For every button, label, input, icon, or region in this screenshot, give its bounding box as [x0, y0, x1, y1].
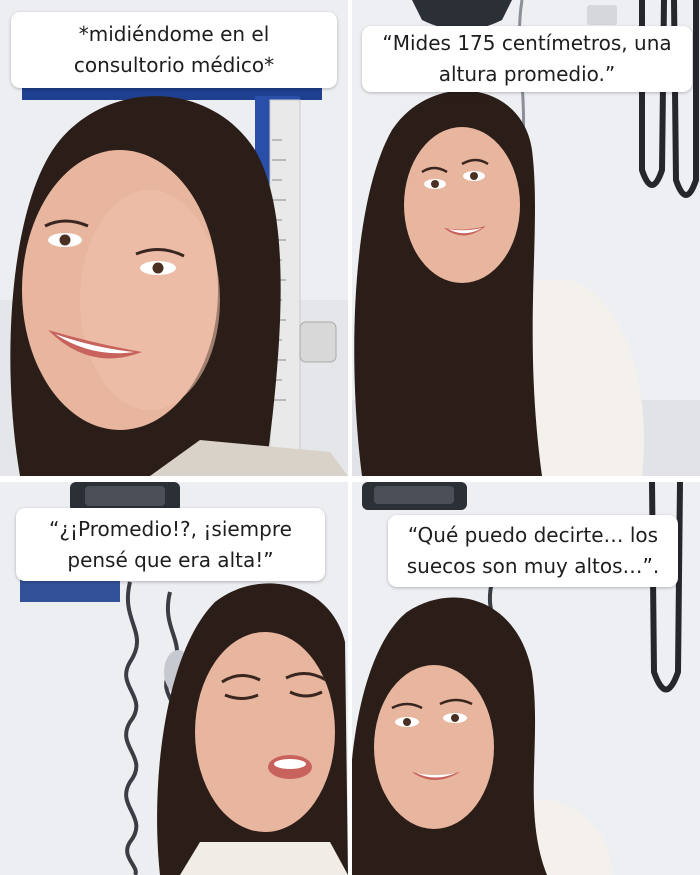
comic-grid: *midiéndome en el consultorio médico* “M…: [0, 0, 700, 875]
panel-1: *midiéndome en el consultorio médico*: [0, 0, 348, 476]
panel-1-caption: *midiéndome en el consultorio médico*: [11, 12, 337, 88]
panel-4-caption-line-1: “Qué puedo decirte… los: [407, 523, 659, 547]
panel-4-caption: “Qué puedo decirte… los suecos son muy a…: [388, 515, 678, 587]
panel-2: “Mides 175 centímetros, una altura prome…: [352, 0, 700, 476]
panel-2-caption-line-1: “Mides 175 centímetros, una: [382, 31, 672, 55]
panel-4-caption-line-2: suecos son muy altos…”.: [406, 554, 660, 578]
panel-3-caption-line-1: “¿¡Promedio!?, ¡siempre: [49, 516, 292, 541]
panel-2-caption: “Mides 175 centímetros, una altura prome…: [362, 26, 692, 92]
panel-4: “Qué puedo decirte… los suecos son muy a…: [352, 482, 700, 875]
panel-2-caption-line-2: altura promedio.”: [438, 62, 616, 86]
panel-1-caption-line-1: *midiéndome en el: [78, 22, 270, 46]
panel-3-caption: “¿¡Promedio!?, ¡siempre pensé que era al…: [16, 508, 325, 581]
panel-1-caption-line-2: consultorio médico*: [73, 53, 275, 77]
panel-3-caption-line-2: pensé que era alta!”: [67, 547, 274, 572]
panel-3: “¿¡Promedio!?, ¡siempre pensé que era al…: [0, 482, 348, 875]
